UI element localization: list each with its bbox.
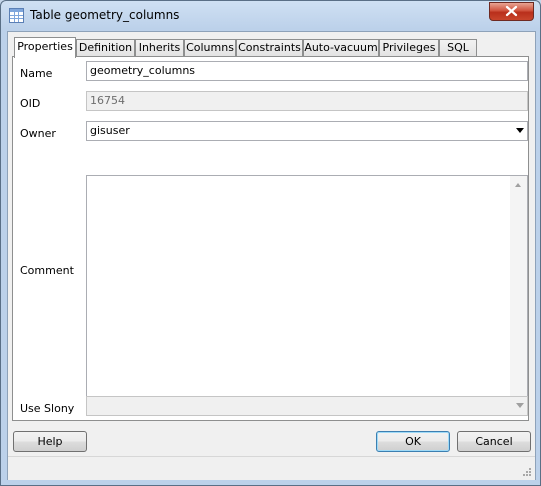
owner-value: gisuser xyxy=(90,124,130,137)
dialog-window: Table geometry_columns Properties Defini… xyxy=(0,0,541,486)
tab-label: Privileges xyxy=(382,41,436,54)
tab-label: Constraints xyxy=(238,41,301,54)
status-bar xyxy=(8,456,535,480)
tab-auto-vacuum[interactable]: Auto-vacuum xyxy=(303,39,379,56)
close-icon xyxy=(505,5,518,17)
name-label: Name xyxy=(20,67,53,80)
tab-constraints[interactable]: Constraints xyxy=(236,39,303,56)
comment-label: Comment xyxy=(20,264,74,277)
title-bar[interactable]: Table geometry_columns xyxy=(1,1,540,31)
close-button[interactable] xyxy=(489,2,534,21)
table-icon xyxy=(9,8,24,23)
tab-label: SQL xyxy=(447,41,469,54)
properties-panel: Name geometry_columns OID 16754 Owner gi… xyxy=(12,56,529,421)
oid-field: 16754 xyxy=(86,91,528,111)
tab-label: Inherits xyxy=(138,41,181,54)
slony-select xyxy=(86,396,528,416)
comment-textarea[interactable] xyxy=(86,175,528,411)
tab-label: Columns xyxy=(186,41,234,54)
slony-label: Use Slony xyxy=(20,402,75,415)
tab-definition[interactable]: Definition xyxy=(76,39,135,56)
resize-grip-icon[interactable] xyxy=(522,467,532,477)
help-button[interactable]: Help xyxy=(13,431,87,452)
cancel-button[interactable]: Cancel xyxy=(457,431,531,452)
tab-inherits[interactable]: Inherits xyxy=(135,39,184,56)
name-input[interactable]: geometry_columns xyxy=(86,61,528,81)
tab-properties[interactable]: Properties xyxy=(14,37,76,58)
tab-label: Definition xyxy=(78,41,133,54)
oid-label: OID xyxy=(20,97,41,110)
scroll-up-icon[interactable] xyxy=(515,183,521,187)
tab-columns[interactable]: Columns xyxy=(184,39,236,56)
comment-scrollbar[interactable] xyxy=(510,176,527,410)
chevron-down-icon xyxy=(516,403,524,408)
window-title: Table geometry_columns xyxy=(30,8,180,22)
tab-label: Auto-vacuum xyxy=(304,41,378,54)
dialog-client: Properties Definition Inherits Columns C… xyxy=(7,31,536,480)
tab-privileges[interactable]: Privileges xyxy=(379,39,439,56)
owner-select[interactable]: gisuser xyxy=(86,121,528,141)
chevron-down-icon[interactable] xyxy=(516,128,524,133)
tab-sql[interactable]: SQL xyxy=(439,39,477,56)
tab-label: Properties xyxy=(17,40,73,53)
owner-label: Owner xyxy=(20,127,56,140)
ok-button[interactable]: OK xyxy=(376,431,450,452)
